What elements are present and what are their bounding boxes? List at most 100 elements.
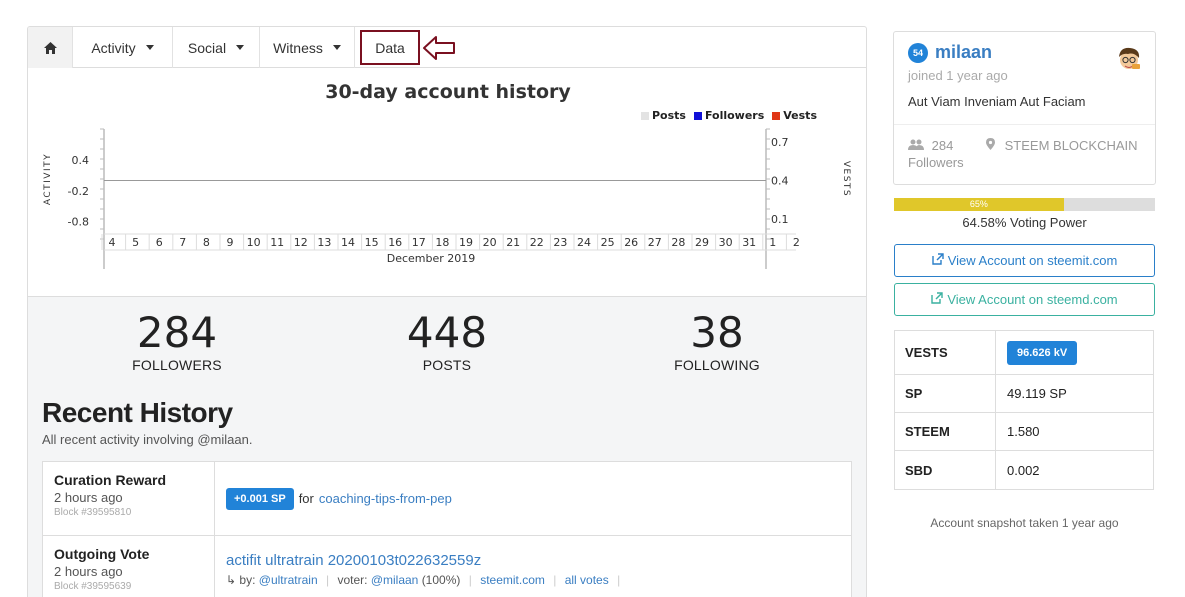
recent-history-title: Recent History (42, 397, 233, 428)
avatar[interactable] (1114, 44, 1144, 74)
x-tick-label: 30 (719, 236, 733, 249)
reputation-badge: 54 (908, 43, 928, 63)
tab-home[interactable] (28, 27, 73, 68)
voter-percent: (100%) (421, 573, 461, 587)
tab-activity[interactable]: Activity (73, 27, 173, 68)
tab-social[interactable]: Social (173, 27, 260, 68)
tab-data[interactable]: Data (360, 30, 420, 65)
x-tick-label: 25 (601, 236, 615, 249)
all-votes-link[interactable]: all votes (565, 573, 609, 587)
tab-social-label: Social (187, 39, 227, 56)
recent-history-subtitle: All recent activity involving @milaan. (42, 432, 253, 447)
followers-label: FOLLOWERS (132, 357, 222, 373)
x-tick-label: 21 (506, 236, 520, 249)
posts-count: 448 (406, 308, 488, 357)
tab-witness-label: Witness (273, 39, 323, 56)
caret-down-icon (332, 45, 341, 50)
history-table: Curation Reward 2 hours ago Block #39595… (42, 461, 852, 597)
voting-power-fill: 65% (894, 198, 1064, 211)
tab-witness[interactable]: Witness (260, 27, 355, 68)
balance-row-sp: SP 49.119 SP (895, 375, 1153, 413)
x-tick-label: 18 (435, 236, 449, 249)
username[interactable]: milaan (935, 42, 992, 63)
annotation-arrow-icon (423, 36, 455, 60)
steemit-link[interactable]: steemit.com (480, 573, 545, 587)
history-row-detail: actifit ultratrain 20200103t022632559z ↳… (215, 536, 851, 597)
x-tick-label: 20 (483, 236, 497, 249)
separator: | (325, 573, 330, 587)
x-tick-label: 4 (109, 236, 116, 249)
history-time: 2 hours ago (54, 490, 123, 505)
separator: | (468, 573, 472, 587)
y-tick-label: 0.4 (72, 154, 90, 167)
x-tick-label: 8 (203, 236, 210, 249)
main-panel: Activity Social Witness Data 30-day acco… (27, 26, 867, 597)
account-history-chart: 30-day account history Posts Followers V… (28, 69, 866, 297)
external-link-icon (931, 292, 944, 307)
vote-meta: ↳ by: @ultratrain | voter: @milaan (100%… (226, 573, 840, 587)
x-tick-label: 19 (459, 236, 473, 249)
profile-motto: Aut Viam Inveniam Aut Faciam (908, 94, 1086, 109)
caret-down-icon (236, 45, 245, 50)
posts-label: POSTS (422, 357, 472, 373)
followers-stat[interactable]: 284 FOLLOWERS (77, 311, 277, 374)
voting-power-label: 64.58% Voting Power (962, 215, 1087, 230)
x-tick-label: 22 (530, 236, 544, 249)
balance-row-vests: VESTS 96.626 kV (895, 331, 1153, 375)
voter-link[interactable]: @milaan (371, 573, 419, 587)
location-info: STEEM BLOCKCHAIN (986, 138, 1138, 153)
y2-axis-title: VESTS (841, 161, 851, 197)
view-on-steemd-label: View Account on steemd.com (947, 292, 1118, 307)
x-tick-label: 9 (227, 236, 234, 249)
x-tick-label: 24 (577, 236, 591, 249)
map-marker-icon (986, 138, 999, 153)
reply-arrow-icon: ↳ (226, 573, 237, 587)
profile-card: 54 milaan joined 1 year ago Aut Viam Inv… (893, 31, 1156, 185)
voter-prefix: voter: (337, 573, 368, 587)
x-axis-title: December 2019 (387, 252, 476, 265)
balance-value: 96.626 kV (996, 331, 1153, 374)
x-tick-label: 31 (742, 236, 756, 249)
x-tick-label: 10 (247, 236, 261, 249)
balance-value: 49.119 SP (1007, 386, 1067, 401)
y-tick-label: -0.8 (68, 216, 89, 229)
joined-date: joined 1 year ago (908, 68, 1008, 83)
y-tick-label: -0.2 (68, 185, 89, 198)
balances-table: VESTS 96.626 kV SP 49.119 SP STEEM 1.580… (894, 330, 1154, 490)
vote-post-title[interactable]: actifit ultratrain 20200103t022632559z (226, 552, 840, 569)
view-on-steemd-button[interactable]: View Account on steemd.com (894, 283, 1155, 316)
external-link-icon (932, 253, 944, 268)
following-label: FOLLOWING (674, 357, 760, 373)
x-tick-label: 7 (179, 236, 186, 249)
home-icon (43, 41, 57, 54)
view-on-steemit-label: View Account on steemit.com (947, 253, 1118, 268)
x-tick-label: 15 (365, 236, 379, 249)
separator: | (617, 573, 621, 587)
profile-divider (894, 124, 1155, 125)
post-link[interactable]: coaching-tips-from-pep (319, 491, 452, 506)
by-prefix: by: (239, 573, 256, 587)
x-tick-label: 5 (132, 236, 139, 249)
x-tick-label: 26 (624, 236, 638, 249)
tab-bar: Activity Social Witness Data (28, 27, 866, 68)
view-on-steemit-button[interactable]: View Account on steemit.com (894, 244, 1155, 277)
history-block[interactable]: Block #39595639 (54, 581, 203, 592)
x-tick-label: 12 (294, 236, 308, 249)
history-block[interactable]: Block #39595810 (54, 507, 203, 518)
x-tick-label: 13 (317, 236, 331, 249)
y2-tick-label: 0.4 (771, 175, 789, 188)
author-link[interactable]: @ultratrain (259, 573, 318, 587)
location-text: STEEM BLOCKCHAIN (1004, 138, 1138, 153)
balance-value: 1.580 (1007, 424, 1040, 439)
y2-tick-label: 0.7 (771, 136, 789, 149)
x-tick-label: 11 (270, 236, 284, 249)
followers-info[interactable]: 284 Followers (908, 138, 964, 170)
history-row-detail: +0.001 SP for coaching-tips-from-pep (215, 462, 851, 535)
caret-down-icon (145, 45, 154, 50)
voting-power-bar: 65% (894, 198, 1155, 211)
history-type: Curation Reward (54, 472, 167, 488)
for-text: for (298, 491, 314, 506)
posts-stat[interactable]: 448 POSTS (347, 308, 547, 374)
history-row-meta: Outgoing Vote 2 hours ago Block #3959563… (43, 536, 215, 597)
following-stat[interactable]: 38 FOLLOWING (617, 311, 817, 374)
